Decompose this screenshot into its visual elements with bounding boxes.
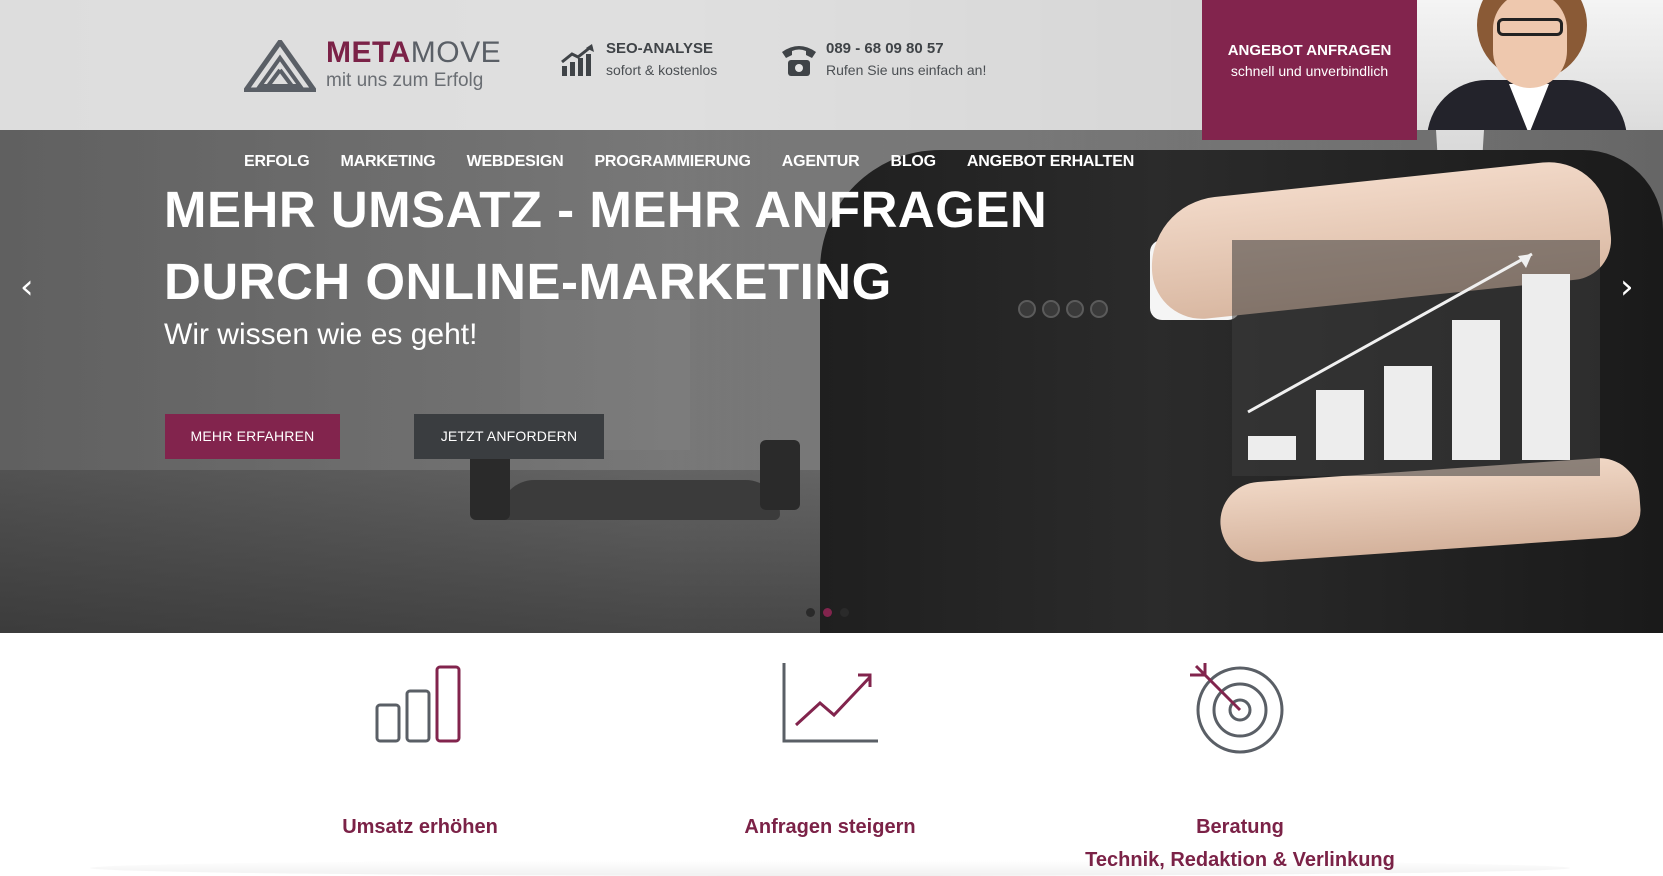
request-offer-title: ANGEBOT ANFRAGEN [1227,42,1392,59]
telephone-icon [782,46,816,76]
brand-tagline: mit uns zum Erfolg [326,70,484,91]
hero-growth-chart [1232,240,1600,476]
conference-table [500,480,780,520]
bar-chart-growth-icon [561,44,594,76]
slider-prev-icon[interactable]: ‹ [20,270,34,304]
brand-name-part2: MOVE [410,36,502,69]
brand-logo[interactable]: METAMOVE mit uns zum Erfolg [244,36,509,96]
seo-analysis-link[interactable]: SEO-ANALYSE sofort & kostenlos [560,40,750,84]
nav-item-marketing[interactable]: MARKETING [340,153,435,173]
slider-pagination [806,608,849,617]
nav-item-agentur[interactable]: AGENTUR [782,153,860,173]
nav-item-blog[interactable]: BLOG [890,153,936,173]
nav-item-angebot-erhalten[interactable]: ANGEBOT ERHALTEN [967,153,1134,173]
brand-name-part1: META [326,36,411,69]
nav-item-webdesign[interactable]: WEBDESIGN [467,153,564,173]
nav-item-erfolg[interactable]: ERFOLG [244,153,310,173]
growth-arrow-icon [1247,252,1533,414]
office-chair [470,450,510,520]
phone-contact[interactable]: 089 - 68 09 80 57 Rufen Sie uns einfach … [780,40,1010,84]
section-shadow [90,860,1570,876]
slider-dot-active[interactable] [823,608,832,617]
main-navigation: ERFOLG MARKETING WEBDESIGN PROGRAMMIERUN… [244,153,1165,173]
seo-title: SEO-ANALYSE [606,40,713,57]
request-offer-subtitle: schnell und unverbindlich [1230,63,1389,79]
hero-headline-line2: DURCH ONLINE-MARKETING [164,253,892,310]
slider-next-icon[interactable]: › [1620,270,1634,304]
request-offer-button[interactable]: ANGEBOT ANFRAGEN schnell und unverbindli… [1202,0,1417,140]
hero-headline-line1: MEHR UMSATZ - MEHR ANFRAGEN [164,181,1048,238]
slider-dot[interactable] [840,608,849,617]
nav-item-programmierung[interactable]: PROGRAMMIERUNG [594,153,751,173]
bar-chart-icon [375,665,461,743]
features-section: Umsatz erhöhen Anfragen steigern Beratun… [0,633,1663,876]
request-now-button[interactable]: JETZT ANFORDERN [414,414,604,459]
seo-subtitle: sofort & kostenlos [606,62,718,78]
hero-headline: MEHR UMSATZ - MEHR ANFRAGEN DURCH ONLINE… [164,174,1047,318]
feature-label: Umsatz erhöhen [342,816,498,838]
phone-number: 089 - 68 09 80 57 [826,40,944,57]
consultant-portrait [1417,0,1663,130]
target-icon [1190,663,1284,754]
hero-subline: Wir wissen wie es geht! [164,318,478,351]
glasses-icon [1497,18,1563,36]
logo-mark-icon [244,40,316,92]
feature-label: Anfragen steigern [744,816,916,838]
learn-more-button[interactable]: MEHR ERFAHREN [165,414,340,459]
office-chair [760,440,800,510]
slider-dot[interactable] [806,608,815,617]
brand-name: METAMOVE [326,36,501,70]
phone-subtitle: Rufen Sie uns einfach an! [826,62,987,78]
feature-label-line1: Beratung [1196,816,1284,838]
line-chart-icon [782,663,878,743]
